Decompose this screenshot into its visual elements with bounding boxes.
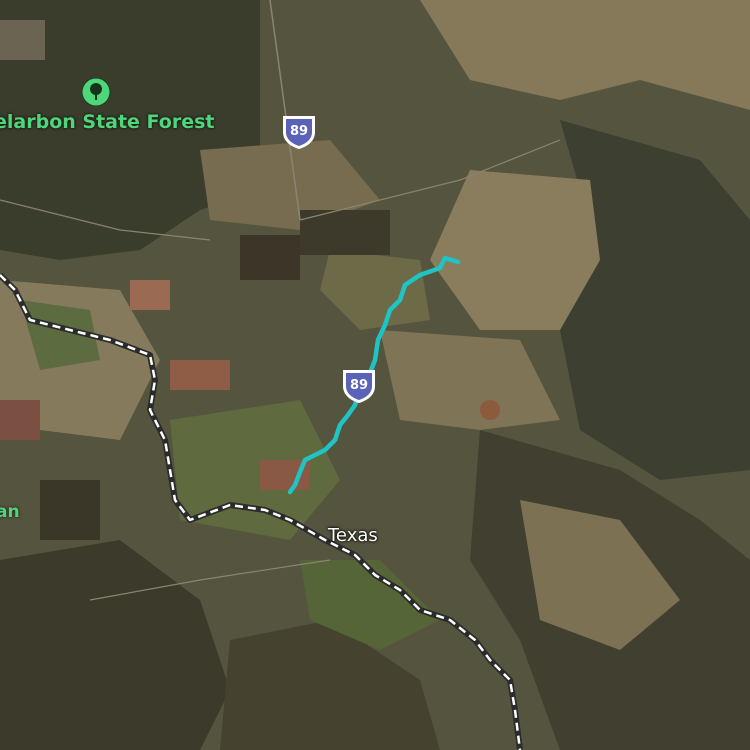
highway-shield-number: 89 (290, 124, 308, 139)
poi-label[interactable]: elarbon State Forest (0, 111, 214, 133)
highway-shield-number: 89 (350, 378, 368, 393)
map-canvas[interactable]: elarbon State Forest an 89 89 Texas (0, 0, 750, 750)
tree-icon[interactable] (81, 77, 111, 107)
city-label[interactable]: Texas (328, 525, 378, 546)
highway-shield-icon[interactable]: 89 (280, 112, 318, 150)
highway-shield-icon[interactable]: 89 (340, 366, 378, 404)
edge-place-label: an (0, 502, 20, 522)
